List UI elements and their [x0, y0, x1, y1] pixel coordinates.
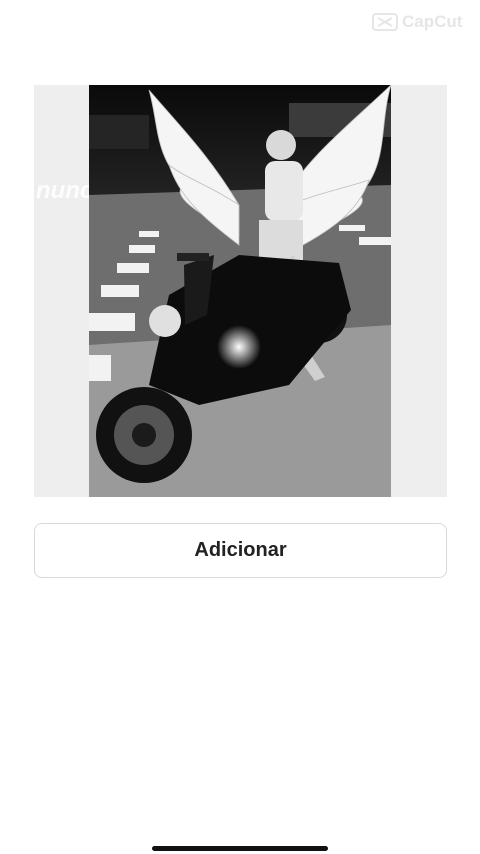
- photo-preview: [89, 85, 391, 497]
- capcut-logo-icon: [372, 13, 398, 31]
- home-indicator[interactable]: [152, 846, 328, 851]
- add-button[interactable]: Adicionar: [34, 523, 447, 578]
- watermark-text: CapCut: [402, 12, 463, 31]
- media-preview-card[interactable]: nunca mais: [34, 85, 447, 497]
- capcut-watermark: CapCut: [372, 12, 462, 32]
